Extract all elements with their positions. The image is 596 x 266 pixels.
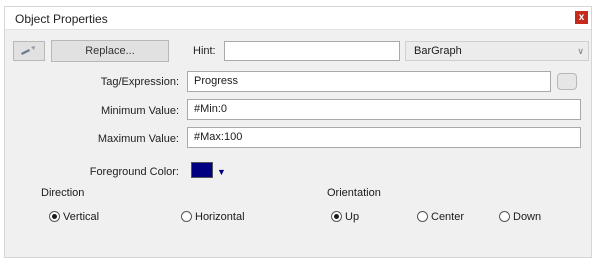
foreground-color-label: Foreground Color: [89,166,179,178]
chevron-down-icon: ∨ [577,46,584,56]
orientation-down-radio[interactable]: Down [499,211,541,223]
minimum-value-input[interactable]: #Min:0 [187,99,581,120]
tag-expression-input[interactable]: Progress [187,71,551,92]
radio-unchecked-icon [417,211,428,222]
radio-checked-icon [49,211,60,222]
color-dropdown-icon[interactable]: ▼ [217,167,226,177]
direction-horizontal-label: Horizontal [195,211,245,223]
radio-unchecked-icon [181,211,192,222]
title-bar: Object Properties x [5,7,591,30]
direction-vertical-label: Vertical [63,211,100,223]
radio-checked-icon [331,211,342,222]
orientation-up-label: Up [345,211,360,223]
orientation-center-radio[interactable]: Center [417,211,464,223]
foreground-color-swatch[interactable] [191,162,213,178]
direction-horizontal-radio[interactable]: Horizontal [181,211,245,223]
object-properties-dialog: Object Properties x Replace... Hint: Bar… [4,6,592,258]
hint-input[interactable] [224,41,400,61]
tool-button[interactable] [13,41,45,61]
orientation-center-label: Center [431,211,465,223]
close-icon: x [578,12,585,23]
wand-icon [21,46,35,55]
close-button[interactable]: x [575,11,588,24]
replace-button[interactable]: Replace... [51,40,169,62]
browse-tag-button[interactable] [557,73,577,90]
object-type-value: BarGraph [414,45,462,57]
orientation-label: Orientation [327,187,381,199]
maximum-value-label: Maximum Value: [97,133,179,145]
minimum-value-label: Minimum Value: [100,105,179,117]
hint-label: Hint: [193,45,216,57]
dialog-title: Object Properties [15,12,108,26]
direction-label: Direction [41,187,85,199]
orientation-up-radio[interactable]: Up [331,211,359,223]
maximum-value-input[interactable]: #Max:100 [187,127,581,148]
orientation-down-label: Down [513,211,542,223]
radio-unchecked-icon [499,211,510,222]
object-type-dropdown[interactable]: BarGraph ∨ [405,41,589,61]
tag-expression-label: Tag/Expression: [100,76,179,88]
direction-vertical-radio[interactable]: Vertical [49,211,99,223]
replace-label: Replace... [85,45,135,57]
